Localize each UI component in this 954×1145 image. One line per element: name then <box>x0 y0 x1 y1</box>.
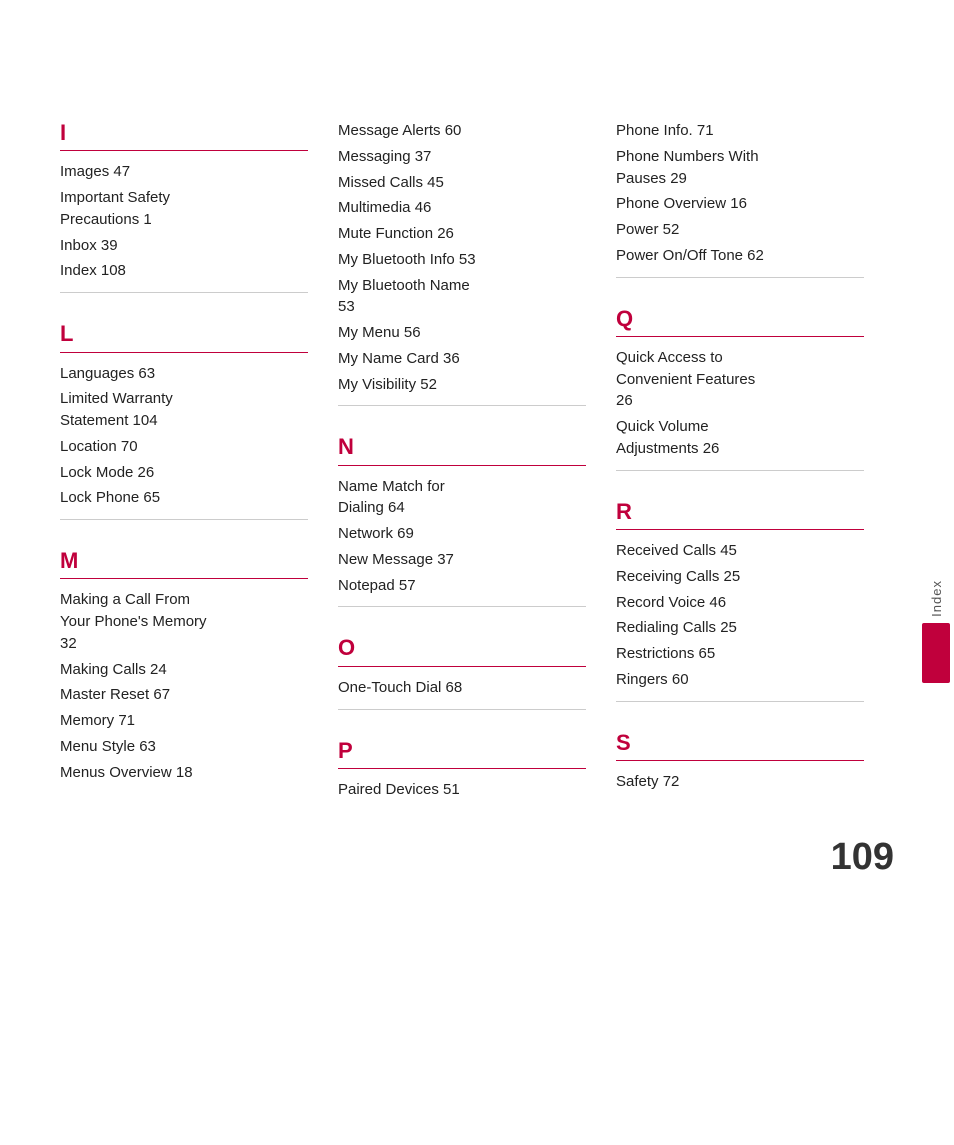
list-item: Master Reset 67 <box>60 684 308 706</box>
section-p-cont: Phone Info. 71 Phone Numbers WithPauses … <box>616 120 864 278</box>
list-item: Inbox 39 <box>60 235 308 257</box>
list-item: Message Alerts 60 <box>338 120 586 142</box>
divider-l <box>60 352 308 353</box>
list-item: Received Calls 45 <box>616 540 864 562</box>
column-1: I Images 47 Important SafetyPrecautions … <box>60 120 338 829</box>
list-item: Menus Overview 18 <box>60 762 308 784</box>
section-letter-l: L <box>60 321 308 347</box>
bottom-divider-i <box>60 292 308 293</box>
list-item: Images 47 <box>60 161 308 183</box>
column-3: Phone Info. 71 Phone Numbers WithPauses … <box>616 120 894 829</box>
section-letter-s: S <box>616 730 864 756</box>
side-tab-bar <box>922 623 950 683</box>
list-item: Index 108 <box>60 260 308 282</box>
section-s: S Safety 72 <box>616 730 864 793</box>
section-i: I Images 47 Important SafetyPrecautions … <box>60 120 308 293</box>
list-item: Lock Mode 26 <box>60 462 308 484</box>
list-item: Redialing Calls 25 <box>616 617 864 639</box>
list-item: Quick VolumeAdjustments 26 <box>616 416 864 460</box>
divider-o <box>338 666 586 667</box>
list-item: Menu Style 63 <box>60 736 308 758</box>
list-item: Power On/Off Tone 62 <box>616 245 864 267</box>
bottom-divider-q <box>616 470 864 471</box>
list-item: Notepad 57 <box>338 575 586 597</box>
list-item: Power 52 <box>616 219 864 241</box>
list-item: Making a Call FromYour Phone's Memory32 <box>60 589 308 654</box>
list-item: Multimedia 46 <box>338 197 586 219</box>
list-item: Messaging 37 <box>338 146 586 168</box>
list-item: Restrictions 65 <box>616 643 864 665</box>
list-item: Mute Function 26 <box>338 223 586 245</box>
section-letter-p: P <box>338 738 586 764</box>
section-m-cont: Message Alerts 60 Messaging 37 Missed Ca… <box>338 120 586 406</box>
list-item: Lock Phone 65 <box>60 487 308 509</box>
section-o: O One-Touch Dial 68 <box>338 635 586 709</box>
list-item: Quick Access toConvenient Features26 <box>616 347 864 412</box>
list-item: My Bluetooth Info 53 <box>338 249 586 271</box>
list-item: Missed Calls 45 <box>338 172 586 194</box>
divider-i <box>60 150 308 151</box>
divider-s <box>616 760 864 761</box>
list-item: Limited WarrantyStatement 104 <box>60 388 308 432</box>
list-item: Memory 71 <box>60 710 308 732</box>
section-letter-r: R <box>616 499 864 525</box>
section-letter-q: Q <box>616 306 864 332</box>
list-item: My Visibility 52 <box>338 374 586 396</box>
list-item: Record Voice 46 <box>616 592 864 614</box>
list-item: My Menu 56 <box>338 322 586 344</box>
list-item: Phone Info. 71 <box>616 120 864 142</box>
bottom-divider-p <box>616 277 864 278</box>
list-item: My Bluetooth Name53 <box>338 275 586 319</box>
section-letter-n: N <box>338 434 586 460</box>
divider-n <box>338 465 586 466</box>
section-letter-o: O <box>338 635 586 661</box>
section-letter-m: M <box>60 548 308 574</box>
section-n: N Name Match forDialing 64 Network 69 Ne… <box>338 434 586 607</box>
list-item: Languages 63 <box>60 363 308 385</box>
divider-p <box>338 768 586 769</box>
list-item: Location 70 <box>60 436 308 458</box>
column-2: Message Alerts 60 Messaging 37 Missed Ca… <box>338 120 616 829</box>
divider-m <box>60 578 308 579</box>
bottom-divider-r <box>616 701 864 702</box>
section-q: Q Quick Access toConvenient Features26 Q… <box>616 306 864 471</box>
section-r: R Received Calls 45 Receiving Calls 25 R… <box>616 499 864 702</box>
list-item: Phone Overview 16 <box>616 193 864 215</box>
section-p: P Paired Devices 51 <box>338 738 586 801</box>
bottom-divider-m <box>338 405 586 406</box>
side-tab: Index <box>918 580 954 683</box>
list-item: Phone Numbers WithPauses 29 <box>616 146 864 190</box>
list-item: Important SafetyPrecautions 1 <box>60 187 308 231</box>
page-number: 109 <box>831 836 894 879</box>
list-item: Network 69 <box>338 523 586 545</box>
list-item: One-Touch Dial 68 <box>338 677 586 699</box>
list-item: Name Match forDialing 64 <box>338 476 586 520</box>
bottom-divider-n <box>338 606 586 607</box>
divider-r <box>616 529 864 530</box>
section-letter-i: I <box>60 120 308 146</box>
bottom-divider-l <box>60 519 308 520</box>
list-item: Ringers 60 <box>616 669 864 691</box>
side-tab-label: Index <box>929 580 944 617</box>
divider-q <box>616 336 864 337</box>
bottom-divider-o <box>338 709 586 710</box>
list-item: Receiving Calls 25 <box>616 566 864 588</box>
list-item: Paired Devices 51 <box>338 779 586 801</box>
list-item: Safety 72 <box>616 771 864 793</box>
section-l: L Languages 63 Limited WarrantyStatement… <box>60 321 308 520</box>
list-item: Making Calls 24 <box>60 659 308 681</box>
section-m: M Making a Call FromYour Phone's Memory3… <box>60 548 308 783</box>
list-item: New Message 37 <box>338 549 586 571</box>
list-item: My Name Card 36 <box>338 348 586 370</box>
